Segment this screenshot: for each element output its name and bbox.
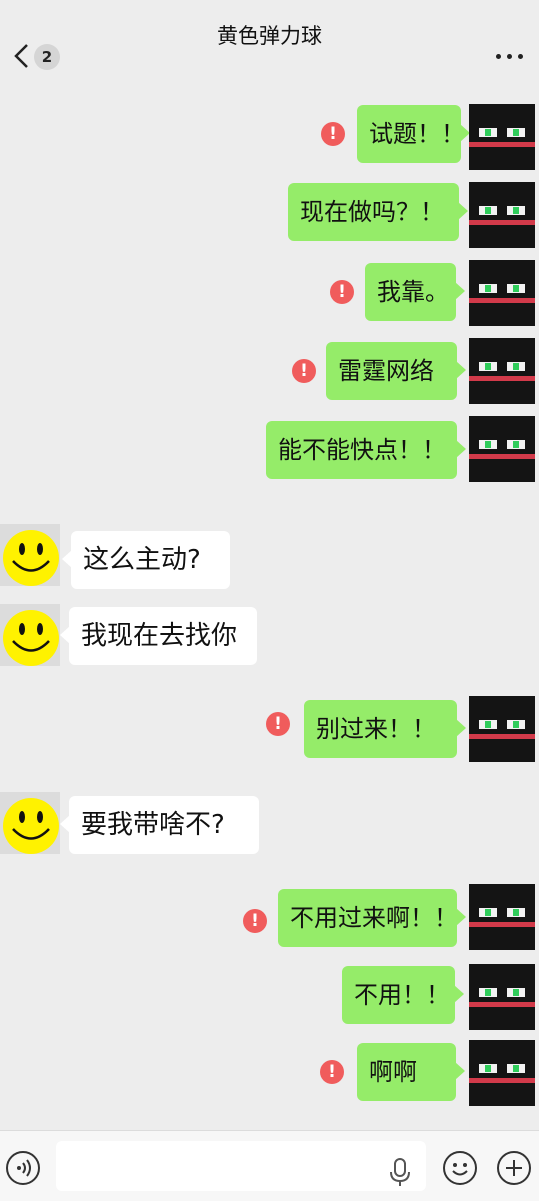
avatar-mouth	[469, 1002, 535, 1007]
send-failed-icon[interactable]: !	[321, 122, 345, 146]
smiley-avatar[interactable]	[0, 604, 60, 666]
chat-header: 2 黄色弹力球	[0, 0, 539, 86]
message-bubble[interactable]: 我现在去找你	[60, 607, 257, 665]
avatar-eye	[507, 128, 525, 137]
message-bubble[interactable]: 不用！！	[342, 966, 464, 1024]
my-avatar[interactable]	[469, 338, 535, 404]
my-avatar[interactable]	[469, 416, 535, 482]
voice-icon	[17, 1159, 31, 1177]
message-bubble[interactable]: 我靠。	[365, 263, 465, 321]
avatar-mouth	[469, 734, 535, 739]
message-bubble[interactable]: 能不能快点！！	[266, 421, 466, 479]
message-bubble[interactable]: 别过来！！	[304, 700, 466, 758]
send-failed-icon[interactable]: !	[330, 280, 354, 304]
avatar-eye	[507, 206, 525, 215]
avatar-eye	[479, 440, 497, 449]
message-input[interactable]	[56, 1141, 426, 1191]
input-bar	[0, 1130, 539, 1201]
avatar-eye	[507, 362, 525, 371]
avatar-eye	[479, 284, 497, 293]
avatar-eye	[479, 1064, 497, 1073]
avatar-eye	[479, 908, 497, 917]
message-bubble[interactable]: 不用过来啊！！	[278, 889, 466, 947]
avatar-eye	[479, 128, 497, 137]
emoji-icon	[452, 1163, 468, 1176]
my-avatar[interactable]	[469, 182, 535, 248]
message-bubble[interactable]: 试题！！	[357, 105, 470, 163]
send-failed-icon[interactable]: !	[266, 712, 290, 736]
my-avatar[interactable]	[469, 104, 535, 170]
avatar-eye	[507, 908, 525, 917]
avatar-mouth	[469, 376, 535, 381]
message-list[interactable]: ! 试题！！ 现在做吗？！ ! 我靠。 ! 雷霆网络 能不能快点！！ 这么主动?…	[0, 86, 539, 1126]
send-failed-icon[interactable]: !	[320, 1060, 344, 1084]
message-bubble[interactable]: 现在做吗？！	[288, 183, 468, 241]
avatar-eye	[507, 284, 525, 293]
more-actions-button[interactable]	[497, 1151, 531, 1185]
message-bubble[interactable]: 要我带啥不?	[60, 796, 259, 854]
more-dot	[507, 54, 512, 59]
my-avatar[interactable]	[469, 884, 535, 950]
avatar-mouth	[469, 142, 535, 147]
avatar-eye	[479, 720, 497, 729]
my-avatar[interactable]	[469, 696, 535, 762]
message-bubble[interactable]: 雷霆网络	[326, 342, 466, 400]
send-failed-icon[interactable]: !	[292, 359, 316, 383]
smiley-avatar[interactable]	[0, 792, 60, 854]
more-options-button[interactable]	[490, 46, 530, 66]
avatar-mouth	[469, 922, 535, 927]
my-avatar[interactable]	[469, 260, 535, 326]
avatar-mouth	[469, 1078, 535, 1083]
avatar-eye	[479, 362, 497, 371]
chat-title: 黄色弹力球	[217, 24, 322, 48]
my-avatar[interactable]	[469, 1040, 535, 1106]
plus-icon	[506, 1160, 522, 1176]
avatar-mouth	[469, 454, 535, 459]
avatar-eye	[507, 1064, 525, 1073]
message-bubble[interactable]: 这么主动?	[62, 531, 230, 589]
avatar-eye	[479, 206, 497, 215]
smiley-avatar[interactable]	[0, 524, 60, 586]
avatar-mouth	[469, 220, 535, 225]
emoji-button[interactable]	[443, 1151, 477, 1185]
send-failed-icon[interactable]: !	[243, 909, 267, 933]
my-avatar[interactable]	[469, 964, 535, 1030]
avatar-eye	[507, 440, 525, 449]
voice-button[interactable]	[6, 1151, 40, 1185]
avatar-mouth	[469, 298, 535, 303]
more-dots-icon	[496, 54, 501, 59]
avatar-eye	[479, 988, 497, 997]
avatar-eye	[507, 988, 525, 997]
message-bubble[interactable]: 啊啊	[357, 1043, 465, 1101]
avatar-eye	[507, 720, 525, 729]
more-dot	[518, 54, 523, 59]
microphone-icon[interactable]	[388, 1158, 412, 1188]
